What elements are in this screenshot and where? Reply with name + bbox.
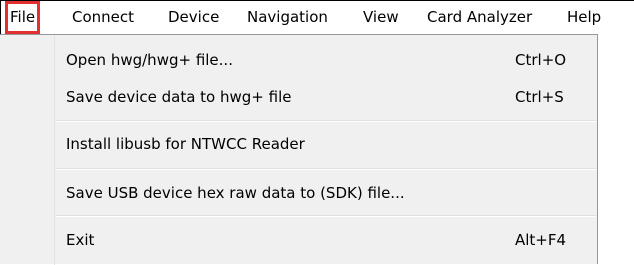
menu-separator [56, 215, 596, 217]
menu-item-label: Save device data to hwg+ file [66, 88, 292, 106]
menu-item-save-usb-hex[interactable]: Save USB device hex raw data to (SDK) fi… [0, 178, 597, 208]
menu-item-save-device-data[interactable]: Save device data to hwg+ file Ctrl+S [0, 82, 597, 112]
file-dropdown-menu: Open hwg/hwg+ file... Ctrl+O Save device… [0, 34, 598, 265]
menu-help[interactable]: Help [567, 1, 601, 34]
menu-item-exit[interactable]: Exit Alt+F4 [0, 225, 597, 255]
menu-item-label: Exit [66, 231, 95, 249]
menu-navigation[interactable]: Navigation [247, 1, 328, 34]
menu-item-shortcut: Ctrl+S [515, 88, 564, 106]
menu-item-label: Save USB device hex raw data to (SDK) fi… [66, 184, 405, 202]
menu-item-shortcut: Ctrl+O [515, 51, 567, 69]
menu-bar: File Connect Device Navigation View Card… [1, 1, 634, 34]
menu-item-install-libusb[interactable]: Install libusb for NTWCC Reader [0, 129, 597, 159]
menu-card-analyzer[interactable]: Card Analyzer [427, 1, 532, 34]
menu-view[interactable]: View [363, 1, 399, 34]
menu-connect[interactable]: Connect [72, 1, 134, 34]
menu-separator [56, 168, 596, 170]
menu-item-label: Install libusb for NTWCC Reader [66, 135, 305, 153]
menu-device[interactable]: Device [168, 1, 219, 34]
menu-file[interactable]: File [5, 1, 41, 34]
menu-item-open-file[interactable]: Open hwg/hwg+ file... Ctrl+O [0, 45, 597, 75]
menu-item-label: Open hwg/hwg+ file... [66, 51, 233, 69]
menu-separator [56, 120, 596, 122]
menu-item-shortcut: Alt+F4 [515, 231, 567, 249]
